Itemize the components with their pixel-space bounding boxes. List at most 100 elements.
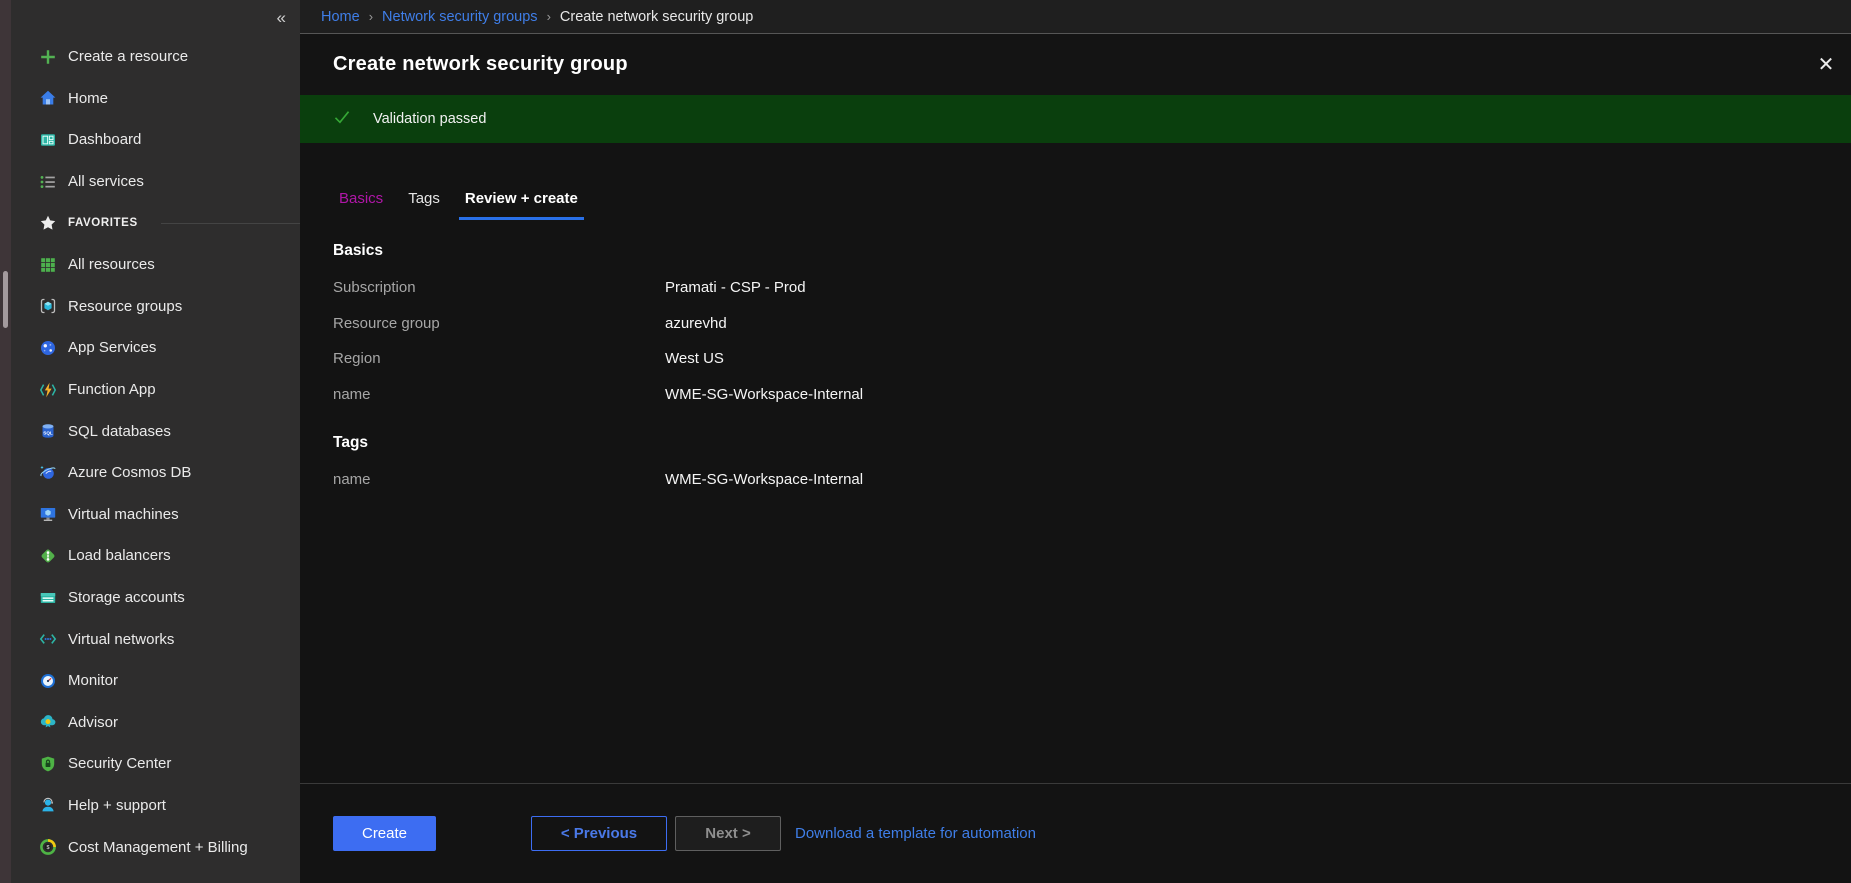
sidebar-item-label: All resources (68, 256, 155, 273)
sidebar-item-help-support[interactable]: Help + support (11, 785, 300, 827)
sidebar-item-label: Monitor (68, 672, 118, 689)
sidebar-scrollbar-thumb[interactable] (3, 271, 8, 328)
next-button[interactable]: Next > (675, 816, 781, 851)
sidebar-item-label: Resource groups (68, 298, 182, 315)
review-row: Region West US (333, 341, 1851, 377)
breadcrumb-link-network-security-groups[interactable]: Network security groups (382, 9, 538, 25)
svg-text:$: $ (47, 845, 50, 851)
sidebar-item-all-services[interactable]: All services (11, 161, 300, 203)
favorites-divider (161, 223, 300, 224)
sidebar-item-dashboard[interactable]: Dashboard (11, 119, 300, 161)
sidebar-item-label: Load balancers (68, 547, 171, 564)
sidebar-item-label: Function App (68, 381, 156, 398)
breadcrumb: Home › Network security groups › Create … (300, 0, 1851, 34)
sidebar-item-label: Advisor (68, 714, 118, 731)
sidebar-item-label: Virtual machines (68, 506, 179, 523)
field-value: WME-SG-Workspace-Internal (665, 386, 863, 403)
cost-donut-icon: $ (39, 838, 57, 856)
breadcrumb-separator-icon: › (547, 9, 551, 24)
field-value: azurevhd (665, 315, 727, 332)
sidebar-item-app-services[interactable]: App Services (11, 327, 300, 369)
sidebar: « Create a resource Home Dashboard All s (11, 0, 300, 883)
planet-icon (39, 464, 57, 482)
validation-banner: Validation passed (300, 95, 1851, 143)
sidebar-item-sql-databases[interactable]: SQL SQL databases (11, 410, 300, 452)
sidebar-item-label: App Services (68, 339, 156, 356)
advisor-badge-icon (39, 713, 57, 731)
sidebar-item-label: Cost Management + Billing (68, 839, 248, 856)
sidebar-item-label: Create a resource (68, 48, 188, 65)
tags-rows: name WME-SG-Workspace-Internal (333, 462, 1851, 498)
plus-icon (39, 48, 57, 66)
left-edge-strip (0, 0, 11, 883)
sidebar-item-label: Storage accounts (68, 589, 185, 606)
sidebar-item-azure-cosmos-db[interactable]: Azure Cosmos DB (11, 452, 300, 494)
sql-cylinder-icon: SQL (39, 422, 57, 440)
sidebar-item-monitor[interactable]: Monitor (11, 660, 300, 702)
breadcrumb-separator-icon: › (369, 9, 373, 24)
svg-text:SQL: SQL (43, 431, 53, 436)
main-panel: Home › Network security groups › Create … (300, 0, 1851, 883)
sidebar-item-security-center[interactable]: Security Center (11, 743, 300, 785)
blade-title-bar: Create network security group ✕ (300, 34, 1851, 95)
sidebar-item-load-balancers[interactable]: Load balancers (11, 535, 300, 577)
tags-section-heading: Tags (333, 433, 1851, 453)
field-label: name (333, 386, 665, 403)
star-icon (39, 214, 57, 232)
review-row: Subscription Pramati - CSP - Prod (333, 270, 1851, 306)
field-label: Subscription (333, 279, 665, 296)
review-row: name WME-SG-Workspace-Internal (333, 377, 1851, 413)
storage-box-icon (39, 589, 57, 607)
sidebar-item-label: Dashboard (68, 131, 141, 148)
support-person-icon (39, 796, 57, 814)
sidebar-item-storage-accounts[interactable]: Storage accounts (11, 577, 300, 619)
sidebar-item-label: Help + support (68, 797, 166, 814)
field-label: Resource group (333, 315, 665, 332)
shield-lock-icon (39, 755, 57, 773)
sidebar-item-label: All services (68, 173, 144, 190)
sidebar-item-all-resources[interactable]: All resources (11, 244, 300, 286)
angle-dots-icon (39, 630, 57, 648)
gauge-icon (39, 672, 57, 690)
sidebar-item-function-app[interactable]: Function App (11, 369, 300, 411)
create-button[interactable]: Create (333, 816, 436, 851)
globe-icon (39, 339, 57, 357)
sidebar-item-label: SQL databases (68, 423, 171, 440)
breadcrumb-link-home[interactable]: Home (321, 9, 360, 25)
azure-portal: « Create a resource Home Dashboard All s (0, 0, 1851, 883)
cube-brackets-icon (39, 297, 57, 315)
tab-basics[interactable]: Basics (333, 190, 389, 220)
sidebar-item-home[interactable]: Home (11, 78, 300, 120)
checkmark-icon (333, 108, 356, 131)
favorites-label: FAVORITES (68, 217, 138, 229)
sidebar-item-virtual-networks[interactable]: Virtual networks (11, 618, 300, 660)
sidebar-item-label: Home (68, 90, 108, 107)
grid-icon (39, 256, 57, 274)
tab-review-create[interactable]: Review + create (459, 190, 584, 220)
review-row: name WME-SG-Workspace-Internal (333, 462, 1851, 498)
sidebar-item-advisor[interactable]: Advisor (11, 702, 300, 744)
tab-bar: Basics Tags Review + create (333, 190, 1851, 220)
download-template-link[interactable]: Download a template for automation (795, 825, 1036, 842)
field-value: WME-SG-Workspace-Internal (665, 471, 863, 488)
close-icon[interactable]: ✕ (1811, 50, 1841, 80)
review-content: Basics Tags Review + create Basics Subsc… (300, 143, 1851, 783)
field-value: West US (665, 350, 724, 367)
all-services-icon (39, 173, 57, 191)
home-icon (39, 89, 57, 107)
field-label: Region (333, 350, 665, 367)
previous-button[interactable]: < Previous (531, 816, 667, 851)
sidebar-item-cost-management-billing[interactable]: $ Cost Management + Billing (11, 826, 300, 868)
dashboard-icon (39, 131, 57, 149)
lightning-icon (39, 381, 57, 399)
sidebar-item-resource-groups[interactable]: Resource groups (11, 286, 300, 328)
sidebar-item-create-a-resource[interactable]: Create a resource (11, 36, 300, 78)
footer-action-bar: Create < Previous Next > Download a temp… (300, 783, 1851, 883)
tab-tags[interactable]: Tags (402, 190, 446, 220)
basics-section-heading: Basics (333, 241, 1851, 261)
sidebar-item-virtual-machines[interactable]: Virtual machines (11, 494, 300, 536)
validation-message: Validation passed (373, 111, 486, 127)
breadcrumb-current-page: Create network security group (560, 9, 753, 25)
favorites-section-header: FAVORITES (11, 202, 300, 244)
sidebar-collapse-button[interactable]: « (11, 0, 300, 36)
